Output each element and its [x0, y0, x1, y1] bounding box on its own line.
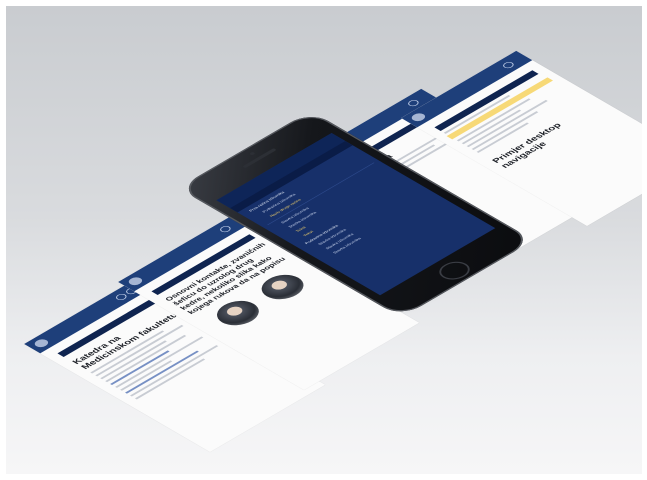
- search-icon: [113, 292, 129, 302]
- menu-icon: [501, 60, 516, 70]
- logo-icon: [409, 111, 428, 123]
- menu-icon: [218, 224, 233, 234]
- logo-icon: [32, 337, 51, 349]
- scene-background: Katedra na Medicinskom fakultetu Osnovni…: [6, 6, 642, 474]
- speaker-grille: [242, 148, 277, 169]
- camera-icon: [249, 151, 256, 156]
- menu-item[interactable]: Tekst: [303, 176, 409, 237]
- logo-icon: [126, 275, 145, 287]
- menu-icon: [406, 98, 421, 108]
